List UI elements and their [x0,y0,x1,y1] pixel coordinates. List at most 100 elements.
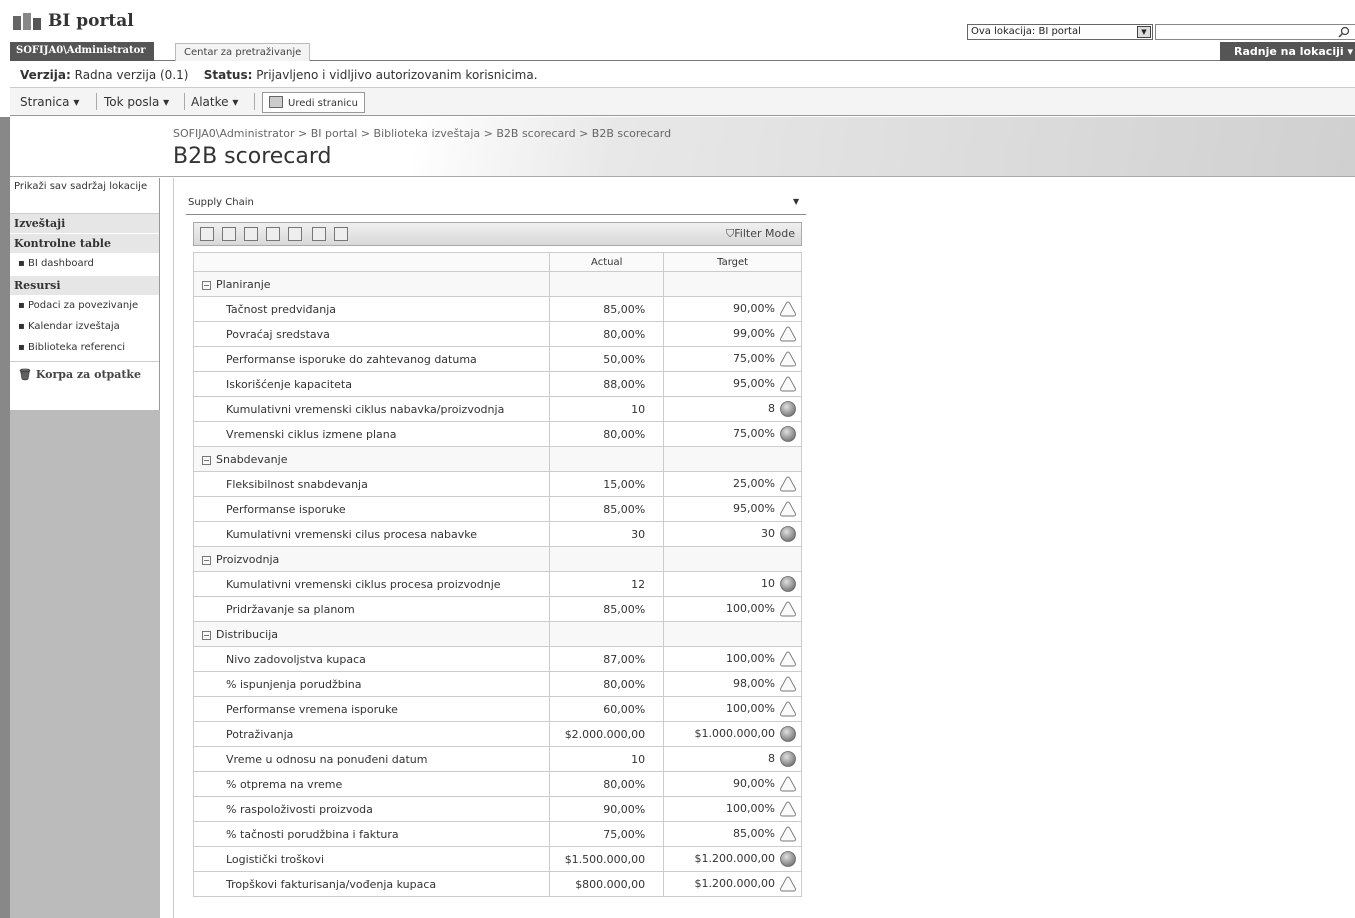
edit-page-button[interactable]: Uredi stranicu [262,92,365,113]
group-target-cell [663,546,802,572]
title-area: SOFIJA0\Administrator > BI portal > Bibl… [10,117,1355,177]
sort-ascending-icon[interactable] [222,227,236,241]
page-toolbar: Stranica ▾ Tok posla ▾ Alatke ▾ Uredi st… [10,88,1355,116]
show-info-icon[interactable] [288,227,302,241]
kpi-name-cell[interactable]: % raspoloživosti proizvoda [192,796,551,822]
nav-item-bi-dashboard[interactable]: ▪ BI dashboard [10,254,159,276]
nav-item-report-calendar[interactable]: ▪ Kalendar izveštaja [10,317,159,338]
site-header: BI portal Ova lokacija: BI portal ▼ [0,0,1355,40]
group-target-cell [663,446,802,472]
search-input[interactable] [1155,24,1355,40]
scorecard-kpi-row: Logistički troškovi $1.500.000,00 $1.200.0… [192,846,802,872]
kpi-name-cell[interactable]: Performanse isporuke [192,496,551,522]
kpi-target-value: 90,00% [733,777,775,790]
header-blank [192,252,551,272]
workflow-menu-label: Tok posla [104,95,160,109]
filter-mode-button[interactable]: ⛉Filter Mode [726,227,795,241]
recycle-bin-link[interactable]: 🗑 Korpa za otpatke [10,361,159,387]
kpi-name-cell[interactable]: Kumulativni vremenski ciklus procesa pro… [192,571,551,597]
group-actual-cell [549,271,665,297]
tools-menu[interactable]: Alatke ▾ [191,95,238,109]
webpart-menu-icon[interactable]: ▼ [793,197,799,206]
kpi-name-cell[interactable]: % ispunjenja porudžbina [192,671,551,697]
group-actual-cell [549,546,665,572]
search-icon[interactable] [1338,26,1350,38]
kpi-name: Performanse isporuke do zahtevanog datum… [226,352,477,366]
group-name-cell[interactable]: − Snabdevanje [192,446,551,472]
chevron-down-icon[interactable]: ▼ [1137,26,1151,38]
kpi-name-cell[interactable]: Logistički troškovi [192,846,551,872]
kpi-target-value: 8 [768,752,775,765]
kpi-target-value: 90,00% [733,302,775,315]
kpi-target-cell: 100,00% [663,596,802,622]
kpi-name-cell[interactable]: % otprema na vreme [192,771,551,797]
nav-item-reference-library[interactable]: ▪ Biblioteka referenci [10,338,159,361]
page-menu[interactable]: Stranica ▾ [20,95,79,109]
webpart-divider [186,214,806,215]
kpi-name-cell[interactable]: Tropškovi fakturisanja/vođenja kupaca [192,871,551,897]
collapse-icon[interactable]: − [202,630,211,640]
workflow-menu[interactable]: Tok posla ▾ [104,95,169,109]
kpi-name-cell[interactable]: % tačnosti porudžbina i faktura [192,821,551,847]
kpi-name-cell[interactable]: Tačnost predviđanja [192,296,551,322]
group-name: Snabdevanje [216,452,288,466]
kpi-name-cell[interactable]: Vremenski ciklus izmene plana [192,421,551,447]
export-icon[interactable] [334,227,348,241]
recycle-bin-label: Korpa za otpatke [35,368,142,381]
nav-item-label: Podaci za povezivanje [27,300,139,311]
kpi-name-cell[interactable]: Kumulativni vremenski ciklus nabavka/pro… [192,396,551,422]
nav-heading-dashboards[interactable]: Kontrolne table [10,234,159,254]
kpi-target-value: 100,00% [726,702,775,715]
kpi-name: % raspoloživosti proizvoda [226,802,373,816]
kpi-name: Tačnost predviđanja [226,302,336,316]
site-actions-menu[interactable]: Radnje na lokaciji ▾ [1220,42,1355,61]
triangle-indicator-icon [780,301,796,317]
kpi-name-cell[interactable]: Performanse vremena isporuke [192,696,551,722]
collapse-icon[interactable]: − [202,280,211,290]
sort-descending-icon[interactable] [244,227,258,241]
scorecard-kpi-row: Performanse vremena isporuke 60,00% 100,00… [192,696,802,722]
nav-item-label: Kalendar izveštaja [27,321,120,332]
group-name-cell[interactable]: − Distribucija [192,621,551,647]
kpi-actual-value: 85,00% [603,502,646,516]
kpi-name-cell[interactable]: Iskorišćenje kapaciteta [192,371,551,397]
analyze-chart-icon[interactable] [312,227,326,241]
kpi-name-cell[interactable]: Povraćaj sredstava [192,321,551,347]
group-name-cell[interactable]: − Planiranje [192,271,551,297]
column-header-target[interactable]: Target [663,252,802,272]
column-header-actual[interactable]: Actual [549,252,665,272]
tab-search-center[interactable]: Centar za pretraživanje [175,43,311,61]
kpi-target-cell: 90,00% [663,771,802,797]
search-scope-select[interactable]: Ova lokacija: BI portal ▼ [967,24,1153,40]
show-details-icon[interactable] [200,227,214,241]
collapse-icon[interactable]: − [202,555,211,565]
kpi-name-cell[interactable]: Vreme u odnosu na ponuđeni datum [192,746,551,772]
kpi-name-cell[interactable]: Performanse isporuke do zahtevanog datum… [192,346,551,372]
kpi-name-cell[interactable]: Kumulativni vremenski cilus procesa naba… [192,521,551,547]
kpi-actual-cell: 90,00% [549,796,665,822]
collapse-icon[interactable]: − [202,455,211,465]
kpi-name-cell[interactable]: Pridržavanje sa planom [192,596,551,622]
nav-heading-reports[interactable]: Izveštaji [10,214,159,234]
group-actual-cell [549,621,665,647]
triangle-indicator-icon [780,351,796,367]
scorecard-kpi-row: Potraživanja $2.000.000,00 $1.000.000,00 [192,721,802,747]
kpi-actual-cell: 80,00% [549,421,665,447]
site-title[interactable]: BI portal [48,11,134,31]
kpi-name-cell[interactable]: Fleksibilnost snabdevanja [192,471,551,497]
kpi-actual-cell: 10 [549,396,665,422]
scorecard-header-row: Actual Target [192,252,802,272]
view-all-content-link[interactable]: Prikaži sav sadržaj lokacije [10,178,159,214]
breadcrumb[interactable]: SOFIJA0\Administrator > BI portal > Bibl… [173,127,671,140]
nav-item-data-connections[interactable]: ▪ Podaci za povezivanje [10,296,159,317]
webpart-title[interactable]: Supply Chain [188,197,254,208]
tab-user[interactable]: SOFIJA0\Administrator [10,42,154,61]
kpi-name-cell[interactable]: Nivo zadovoljstva kupaca [192,646,551,672]
circle-indicator-icon [780,401,796,417]
expand-collapse-icon[interactable] [266,227,280,241]
nav-heading-resources[interactable]: Resursi [10,276,159,296]
toolbar-divider [254,93,255,110]
edit-page-icon [269,96,283,108]
group-name-cell[interactable]: − Proizvodnja [192,546,551,572]
kpi-name-cell[interactable]: Potraživanja [192,721,551,747]
